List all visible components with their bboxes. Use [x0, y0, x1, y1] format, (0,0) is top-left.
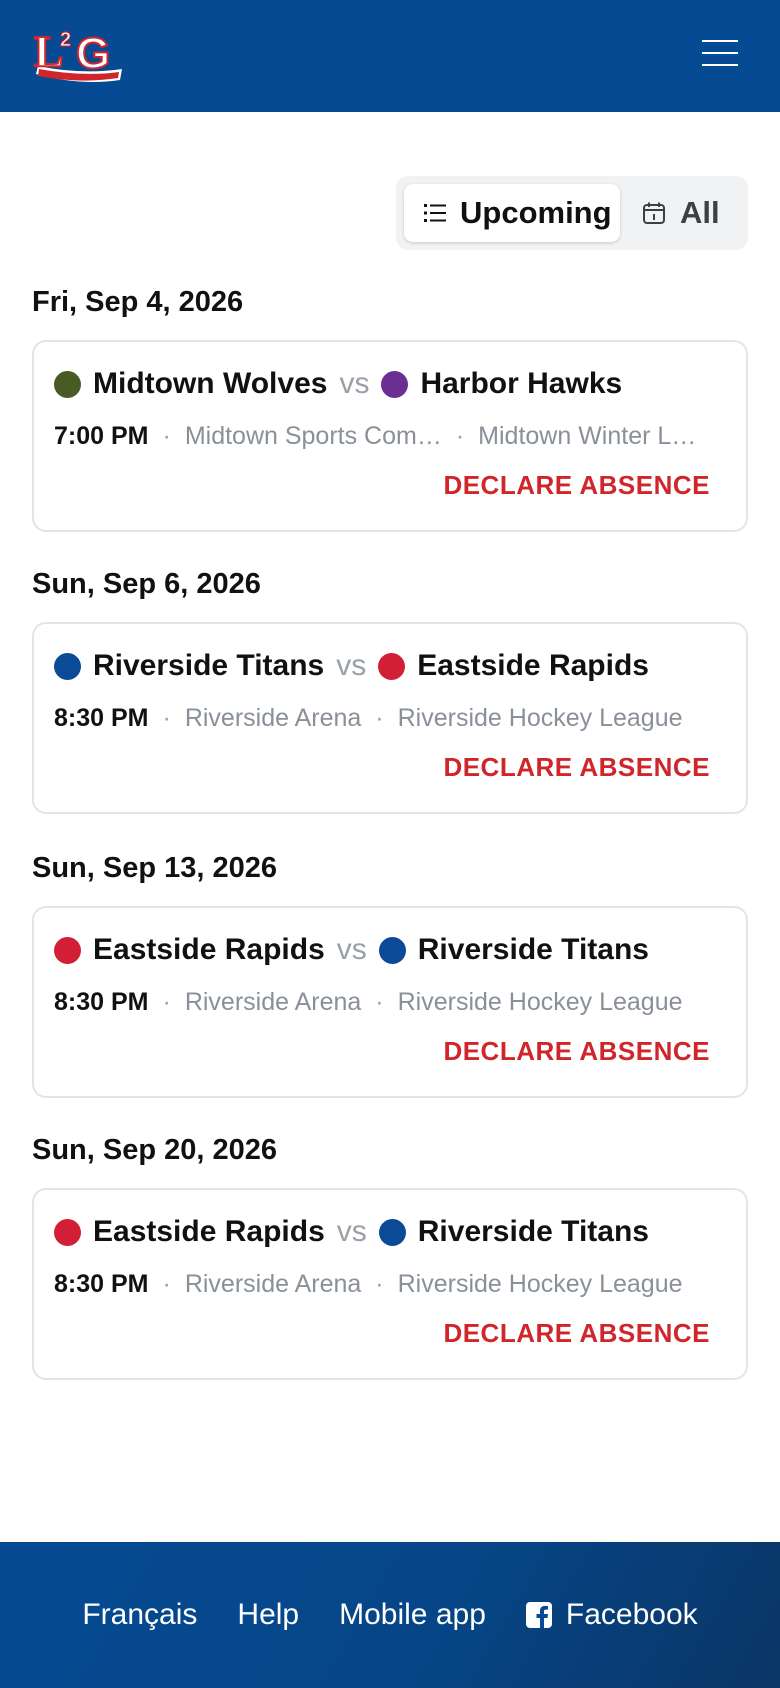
game-details: 8:30 PM · Riverside Arena · Riverside Ho… [54, 982, 722, 1022]
separator-dot: · [162, 987, 171, 1016]
hamburger-menu-icon[interactable] [696, 36, 740, 70]
schedule-filter-toggle: Upcoming All [396, 176, 748, 250]
declare-absence-button[interactable]: DECLARE ABSENCE [443, 752, 710, 783]
separator-dot: · [455, 421, 465, 450]
away-team-name: Harbor Hawks [420, 367, 623, 400]
venue-name: Midtown Sports Com… [184, 421, 442, 450]
away-team-color-dot [378, 936, 406, 964]
league-name: Riverside Hockey League [397, 703, 683, 732]
versus-label: vs [339, 367, 370, 400]
upcoming-filter-button[interactable]: Upcoming [404, 184, 620, 242]
league-name: Riverside Hockey League [397, 1269, 683, 1298]
declare-absence-button[interactable]: DECLARE ABSENCE [443, 1318, 710, 1349]
game-card[interactable]: Midtown Wolves vs Harbor Hawks 7:00 PM ·… [32, 340, 748, 532]
mobile-app-link[interactable]: Mobile app [339, 1598, 486, 1632]
league-name: Riverside Hockey League [397, 987, 683, 1016]
facebook-link-label: Facebook [565, 1598, 698, 1631]
away-team-name: Eastside Rapids [417, 649, 649, 682]
game-time: 8:30 PM [54, 703, 149, 732]
venue-name: Riverside Arena [184, 987, 362, 1016]
game-details: 7:00 PM · Midtown Sports Com… · Midtown … [54, 416, 722, 456]
game-date-heading: Fri, Sep 4, 2026 [32, 286, 244, 318]
svg-text:2: 2 [60, 29, 71, 51]
away-team-color-dot [381, 370, 409, 398]
away-team-color-dot [378, 1218, 406, 1246]
home-team-name: Eastside Rapids [93, 1215, 325, 1248]
matchup: Eastside Rapids vs Riverside Titans [54, 1210, 726, 1254]
separator-dot: · [162, 703, 171, 732]
calendar-icon [643, 202, 665, 224]
versus-label: vs [336, 933, 367, 966]
away-team-name: Riverside Titans [417, 1215, 649, 1248]
facebook-icon [525, 1602, 552, 1628]
away-team-color-dot [378, 652, 406, 680]
site-footer: Français Help Mobile app Facebook [0, 1542, 780, 1688]
all-filter-button[interactable]: All [642, 184, 742, 242]
home-team-name: Midtown Wolves [93, 367, 328, 400]
game-date-heading: Sun, Sep 6, 2026 [32, 568, 261, 600]
home-team-color-dot [54, 652, 81, 680]
game-card[interactable]: Riverside Titans vs Eastside Rapids 8:30… [32, 622, 748, 814]
matchup: Riverside Titans vs Eastside Rapids [54, 644, 726, 688]
all-filter-label: All [680, 195, 720, 230]
game-card[interactable]: Eastside Rapids vs Riverside Titans 8:30… [32, 1188, 748, 1380]
game-date-heading: Sun, Sep 20, 2026 [32, 1134, 278, 1166]
game-details: 8:30 PM · Riverside Arena · Riverside Ho… [54, 1264, 722, 1304]
venue-name: Riverside Arena [184, 703, 362, 732]
facebook-link[interactable]: Facebook [525, 1598, 698, 1632]
language-link-francais[interactable]: Français [82, 1598, 197, 1632]
home-team-name: Eastside Rapids [93, 933, 325, 966]
upcoming-filter-label: Upcoming [460, 195, 612, 230]
declare-absence-button[interactable]: DECLARE ABSENCE [443, 470, 710, 501]
declare-absence-button[interactable]: DECLARE ABSENCE [443, 1036, 710, 1067]
versus-label: vs [336, 1215, 367, 1248]
separator-dot: · [162, 421, 171, 450]
home-team-color-dot [54, 1218, 81, 1246]
league-name: Midtown Winter L… [478, 421, 697, 450]
help-link[interactable]: Help [237, 1598, 299, 1632]
separator-dot: · [375, 703, 384, 732]
list-icon [424, 204, 446, 222]
game-details: 8:30 PM · Riverside Arena · Riverside Ho… [54, 698, 722, 738]
matchup: Eastside Rapids vs Riverside Titans [54, 928, 726, 972]
l2g-logo[interactable]: L 2 G [30, 22, 130, 88]
separator-dot: · [375, 1269, 384, 1298]
home-team-color-dot [54, 370, 81, 398]
game-time: 8:30 PM [54, 1269, 149, 1298]
svg-text:L: L [34, 27, 63, 76]
separator-dot: · [375, 987, 384, 1016]
venue-name: Riverside Arena [184, 1269, 362, 1298]
svg-text:G: G [76, 29, 110, 78]
top-app-bar: L 2 G [0, 0, 780, 112]
home-team-name: Riverside Titans [93, 649, 325, 682]
away-team-name: Riverside Titans [417, 933, 649, 966]
game-time: 8:30 PM [54, 987, 149, 1016]
home-team-color-dot [54, 936, 81, 964]
game-card[interactable]: Eastside Rapids vs Riverside Titans 8:30… [32, 906, 748, 1098]
versus-label: vs [336, 649, 367, 682]
separator-dot: · [162, 1269, 171, 1298]
game-date-heading: Sun, Sep 13, 2026 [32, 852, 278, 884]
matchup: Midtown Wolves vs Harbor Hawks [54, 362, 726, 406]
game-time: 7:00 PM [54, 421, 149, 450]
